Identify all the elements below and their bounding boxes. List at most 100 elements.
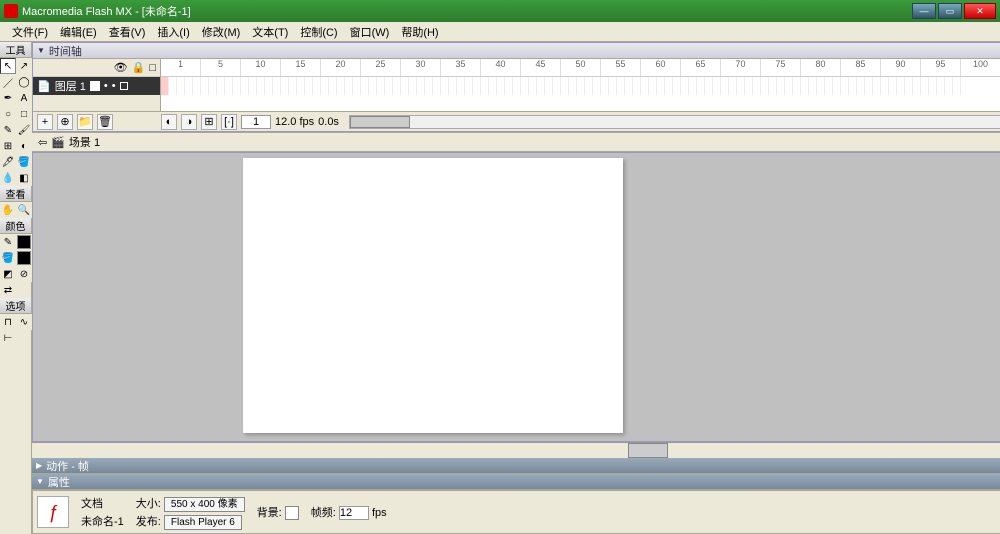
scene-name[interactable]: 场景 1 <box>69 134 100 150</box>
stage-canvas[interactable] <box>243 158 623 433</box>
layer-name: 图层 1 <box>55 78 86 94</box>
publish-button[interactable]: Flash Player 6 <box>164 515 242 530</box>
arrow-tool[interactable]: ↖ <box>0 58 16 74</box>
zoom-tool[interactable]: 🔍 <box>16 202 32 218</box>
menu-file[interactable]: 文件(F) <box>6 22 54 42</box>
toolbox: 工具 ↖ ↗ ／ ◯ ✒ A ○ □ ✎ 🖌 ⊞ ◐ 🖋 🪣 💧 ◧ 查看 ✋ … <box>0 42 32 534</box>
straighten-option[interactable]: ⊢ <box>0 330 16 346</box>
fill-swatch[interactable] <box>16 250 32 266</box>
collapse-icon: ▼ <box>37 46 45 55</box>
smooth-option[interactable]: ∿ <box>16 314 32 330</box>
frame-ruler[interactable]: 1510152025303540455055606570758085909510… <box>161 59 1000 77</box>
bg-label: 背景: <box>257 507 282 519</box>
menu-text[interactable]: 文本(T) <box>246 22 294 42</box>
properties-title: 属性 <box>48 474 70 490</box>
delete-layer-button[interactable]: 🗑 <box>97 114 113 130</box>
app-icon <box>4 4 18 18</box>
stroke-swatch[interactable] <box>16 234 32 250</box>
pencil-tool[interactable]: ✎ <box>0 122 16 138</box>
hand-tool[interactable]: ✋ <box>0 202 16 218</box>
scene-icon: 🎬 <box>51 136 65 149</box>
tools-label: 工具 <box>0 42 31 58</box>
lock-icon[interactable]: 🔒 <box>132 61 146 74</box>
timeline-header[interactable]: ▼ 时间轴 <box>33 43 1000 59</box>
scene-bar: ⇦ 🎬 场景 1 🎬 🔧 ▾ <box>32 132 1000 152</box>
no-color[interactable]: ⊘ <box>16 266 32 282</box>
publish-label: 发布: <box>136 516 161 528</box>
add-folder-button[interactable]: 📁 <box>77 114 93 130</box>
close-button[interactable]: ✕ <box>964 3 996 19</box>
fps-input[interactable] <box>339 506 369 520</box>
line-tool[interactable]: ／ <box>0 74 16 90</box>
add-layer-button[interactable]: + <box>37 114 53 130</box>
subselect-tool[interactable]: ↗ <box>16 58 32 74</box>
elapsed-display: 0.0s <box>318 116 339 128</box>
stroke-color[interactable]: ✎ <box>0 234 16 250</box>
eyedropper-tool[interactable]: 💧 <box>0 170 16 186</box>
timeline-controls: + ⊕ 📁 🗑 ◐ ◑ ⊞ [·] 12.0 fps 0.0s <box>33 111 1000 131</box>
menu-control[interactable]: 控制(C) <box>294 22 343 42</box>
bucket-tool[interactable]: 🪣 <box>16 154 32 170</box>
onion-markers-button[interactable]: [·] <box>221 114 237 130</box>
fps-label: 帧频: <box>311 507 336 519</box>
pen-tool[interactable]: ✒ <box>0 90 16 106</box>
fps-display: 12.0 fps <box>275 116 314 128</box>
onion-outline-button[interactable]: ◑ <box>181 114 197 130</box>
menubar: 文件(F) 编辑(E) 查看(V) 插入(I) 修改(M) 文本(T) 控制(C… <box>0 22 1000 42</box>
fps-unit: fps <box>372 507 387 519</box>
lasso-tool[interactable]: ◯ <box>16 74 32 90</box>
menu-window[interactable]: 窗口(W) <box>344 22 396 42</box>
collapse-icon: ▶ <box>36 461 42 470</box>
maximize-button[interactable]: ▭ <box>938 3 962 19</box>
swap-colors[interactable]: ⇄ <box>0 282 16 298</box>
oval-tool[interactable]: ○ <box>0 106 16 122</box>
layer-edit-icon <box>90 81 100 91</box>
timeline-scrollbar[interactable] <box>349 115 1000 129</box>
collapse-icon: ▼ <box>36 477 44 486</box>
onion-skin-button[interactable]: ◐ <box>161 114 177 130</box>
fill-transform-tool[interactable]: ◐ <box>16 138 32 154</box>
fill-color[interactable]: 🪣 <box>0 250 16 266</box>
stage-area[interactable] <box>32 152 1000 442</box>
timeline-title: 时间轴 <box>49 43 82 59</box>
properties-body: ƒ 文档 未命名-1 大小: 550 x 400 像素 发布: Flash Pl… <box>32 490 1000 534</box>
timeline-panel: ▼ 时间轴 👁 🔒 □ 📄 图层 1 •• <box>32 42 1000 132</box>
view-label: 查看 <box>0 186 31 202</box>
eraser-tool[interactable]: ◧ <box>16 170 32 186</box>
size-label: 大小: <box>136 498 161 510</box>
transform-tool[interactable]: ⊞ <box>0 138 16 154</box>
actions-header[interactable]: ▶ 动作 - 帧 <box>32 458 1000 474</box>
current-frame-input[interactable] <box>241 115 271 129</box>
edit-multiple-button[interactable]: ⊞ <box>201 114 217 130</box>
app-title: Macromedia Flash MX - [未命名-1] <box>22 3 191 19</box>
stage-scrollbar-h[interactable] <box>32 442 1000 458</box>
eye-icon[interactable]: 👁 <box>114 61 128 74</box>
layer-icon: 📄 <box>37 80 51 93</box>
bg-swatch[interactable] <box>285 506 299 520</box>
titlebar: Macromedia Flash MX - [未命名-1] — ▭ ✕ <box>0 0 1000 22</box>
text-tool[interactable]: A <box>16 90 32 106</box>
menu-view[interactable]: 查看(V) <box>103 22 152 42</box>
default-colors[interactable]: ◩ <box>0 266 16 282</box>
color-label: 颜色 <box>0 218 31 234</box>
ink-tool[interactable]: 🖋 <box>0 154 16 170</box>
menu-modify[interactable]: 修改(M) <box>196 22 247 42</box>
layer-header: 👁 🔒 □ <box>33 59 160 77</box>
frame-row[interactable] <box>161 77 1000 95</box>
layer-1[interactable]: 📄 图层 1 •• <box>33 77 160 95</box>
menu-help[interactable]: 帮助(H) <box>395 22 444 42</box>
menu-edit[interactable]: 编辑(E) <box>54 22 103 42</box>
rect-tool[interactable]: □ <box>16 106 32 122</box>
add-guide-button[interactable]: ⊕ <box>57 114 73 130</box>
size-button[interactable]: 550 x 400 像素 <box>164 497 245 512</box>
snap-option[interactable]: ⊓ <box>0 314 16 330</box>
menu-insert[interactable]: 插入(I) <box>151 22 195 42</box>
doc-name: 未命名-1 <box>81 513 124 529</box>
back-icon[interactable]: ⇦ <box>38 136 47 149</box>
doc-label: 文档 <box>81 495 124 511</box>
brush-tool[interactable]: 🖌 <box>16 122 32 138</box>
minimize-button[interactable]: — <box>912 3 936 19</box>
doc-icon: ƒ <box>37 496 69 528</box>
properties-header[interactable]: ▼ 属性 <box>32 474 1000 490</box>
outline-icon[interactable]: □ <box>149 62 156 74</box>
